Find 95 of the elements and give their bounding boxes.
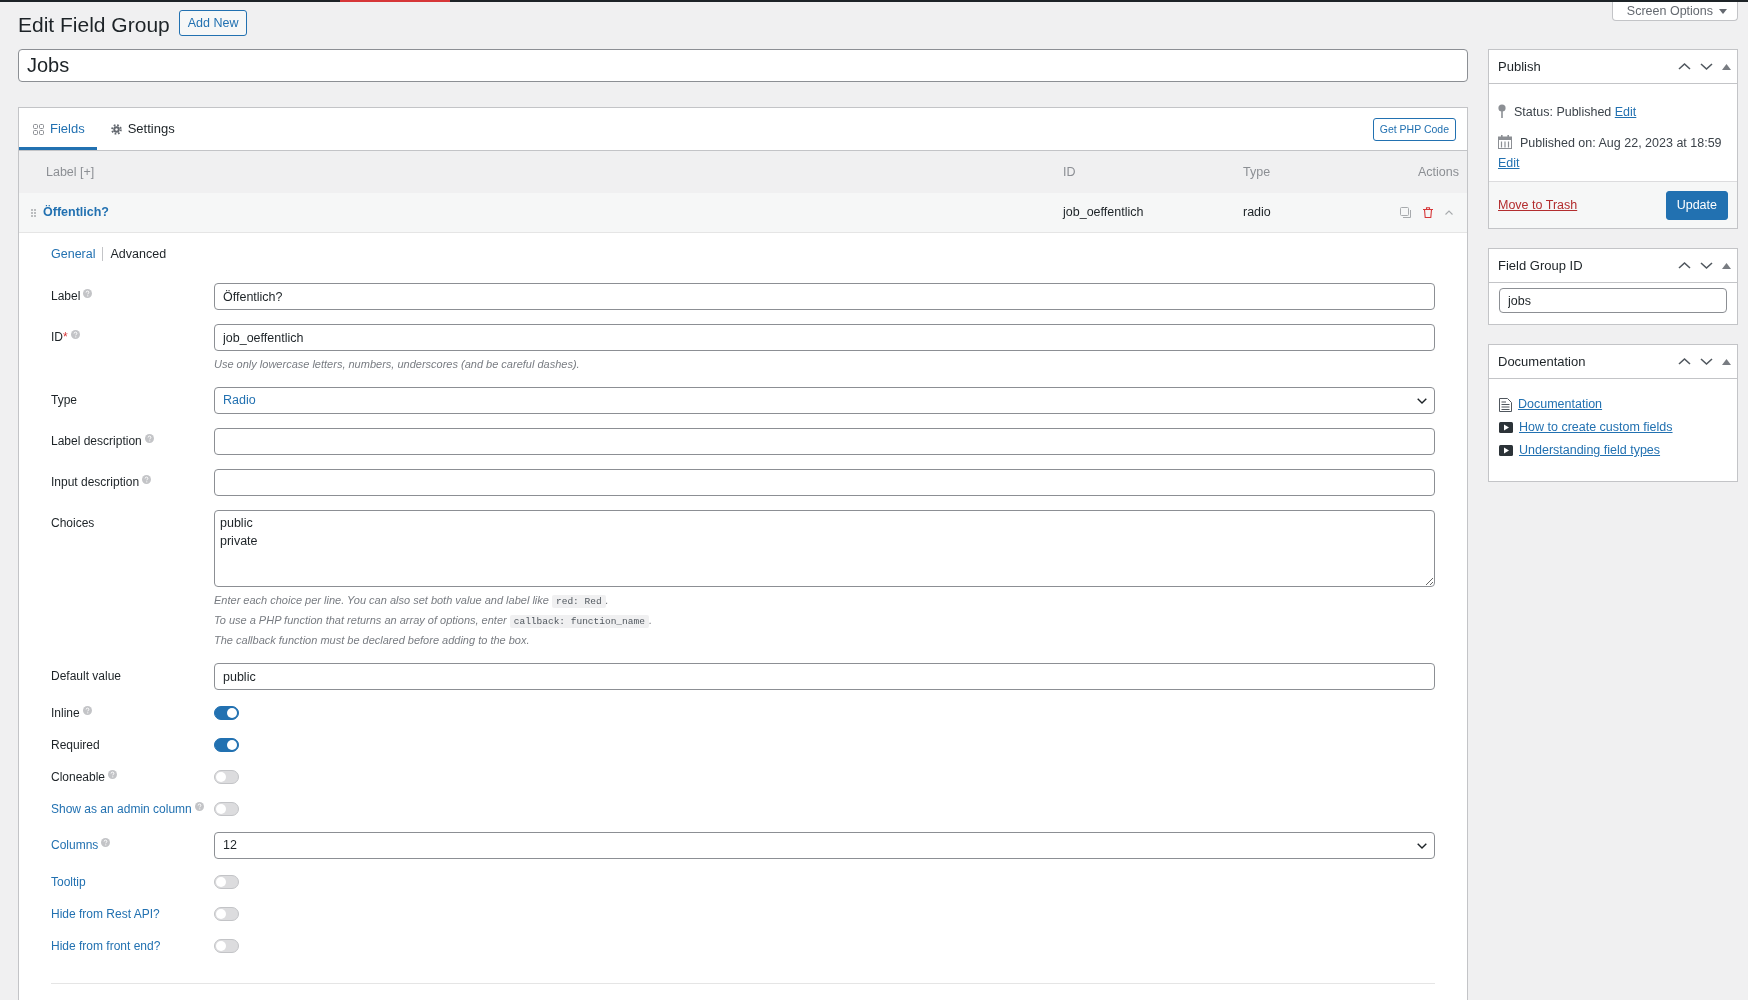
documentation-link[interactable]: Documentation <box>1518 395 1603 414</box>
field-label: Label <box>51 288 81 305</box>
chevron-down-icon <box>1417 397 1427 404</box>
field-label: Inline <box>51 705 80 722</box>
choices-field[interactable]: public private <box>214 510 1435 587</box>
toggle-switch[interactable] <box>214 770 239 784</box>
column-header: Actions <box>1417 163 1460 181</box>
screen-options-button[interactable]: Screen Options <box>1611 2 1738 21</box>
field-label: Type <box>51 392 77 409</box>
chevron-down-icon[interactable] <box>1700 357 1713 366</box>
field-label: Hide from front end? <box>51 938 161 955</box>
play-icon <box>1499 445 1513 456</box>
field-label: Columns <box>51 837 99 854</box>
caret-up-icon[interactable] <box>1445 210 1453 215</box>
help-icon[interactable] <box>108 770 118 779</box>
gear-icon <box>110 123 122 135</box>
help-icon[interactable] <box>70 330 80 339</box>
field-label: Hide from Rest API? <box>51 906 160 923</box>
edit-link[interactable]: Edit <box>1614 105 1637 119</box>
column-header: Label [+] <box>45 163 96 181</box>
help-icon[interactable] <box>82 706 92 715</box>
box-title: Documentation <box>1498 352 1586 371</box>
help-icon[interactable] <box>101 838 111 847</box>
field-group-id-field[interactable]: jobs <box>1499 288 1727 313</box>
box-title: Field Group ID <box>1498 256 1583 275</box>
chevron-up-icon[interactable] <box>1678 261 1691 270</box>
select-field[interactable]: Radio <box>214 387 1435 414</box>
documentation-link[interactable]: How to create custom fields <box>1519 418 1673 437</box>
chevron-up-icon[interactable] <box>1678 62 1691 71</box>
box-title: Publish <box>1498 57 1541 76</box>
add-new-button[interactable]: Add New <box>178 10 248 36</box>
toggle-switch[interactable] <box>214 939 239 953</box>
column-header: ID <box>1063 163 1077 181</box>
required-mark: * <box>63 329 68 346</box>
triangle-up-icon[interactable] <box>1722 262 1731 269</box>
field-label: Show as an admin column <box>51 801 192 818</box>
help-icon[interactable] <box>194 802 204 811</box>
help-icon[interactable] <box>144 434 154 443</box>
move-to-trash-link[interactable]: Move to Trash <box>1498 195 1578 215</box>
field-label: Tooltip <box>51 874 86 891</box>
play-icon <box>1499 422 1513 433</box>
chevron-up-icon[interactable] <box>1678 357 1691 366</box>
tab[interactable]: Settings <box>96 108 187 150</box>
calendar-icon <box>1498 135 1512 149</box>
select-field[interactable]: 12 <box>214 832 1435 859</box>
drag-handle-icon[interactable] <box>31 208 36 217</box>
toggle-switch[interactable] <box>214 875 239 889</box>
edit-link[interactable]: Edit <box>1498 156 1520 170</box>
hint-text: Enter each choice per line. You can also set both value and label like red: Red . <box>214 593 610 610</box>
toggle-switch[interactable] <box>214 706 239 720</box>
subtab-link[interactable]: General <box>51 245 96 263</box>
pin-icon <box>1498 104 1506 118</box>
text-field[interactable]: public <box>214 663 1435 690</box>
documentation-link[interactable]: Understanding field types <box>1519 441 1661 460</box>
field-label: Label description <box>51 433 142 450</box>
get-php-code-button[interactable]: Get PHP Code <box>1372 118 1456 141</box>
caret-down-icon <box>1719 8 1727 14</box>
toggle-switch[interactable] <box>214 802 239 816</box>
field-label: Input description <box>51 474 140 491</box>
field-label: Default value <box>51 668 122 685</box>
triangle-up-icon[interactable] <box>1722 358 1731 365</box>
toggle-switch[interactable] <box>214 907 239 921</box>
field-label: ID <box>51 329 63 346</box>
grid-icon <box>33 123 44 135</box>
text-field[interactable]: Öffentlich? <box>214 283 1435 310</box>
trash-icon[interactable] <box>1423 207 1433 218</box>
field-name-link[interactable]: Öffentlich? <box>43 203 109 222</box>
title-field[interactable]: Jobs <box>18 49 1468 82</box>
text-field[interactable] <box>214 428 1435 455</box>
status-text: Status: Published <box>1514 105 1612 119</box>
hint-text: The callback function must be declared before adding to the box. <box>214 633 531 648</box>
chevron-down-icon[interactable] <box>1700 62 1713 71</box>
help-icon[interactable] <box>83 289 93 298</box>
update-button[interactable]: Update <box>1665 190 1728 220</box>
chevron-down-icon[interactable] <box>1700 261 1713 270</box>
field-row[interactable]: Öffentlich? job_oeffentlich radio <box>19 193 1467 233</box>
chevron-down-icon <box>1417 842 1427 849</box>
copy-icon[interactable] <box>1400 207 1411 218</box>
published-date-text: Published on: Aug 22, 2023 at 18:59 <box>1520 136 1722 150</box>
field-id-text: job_oeffentlich <box>1063 204 1145 222</box>
page-title: Edit Field Group <box>18 12 170 38</box>
toggle-switch[interactable] <box>214 738 239 752</box>
hint-text: Use only lowercase letters, numbers, underscores (and be careful dashes). <box>214 357 581 372</box>
document-icon <box>1499 397 1512 412</box>
field-label: Cloneable <box>51 769 106 786</box>
hint-text: To use a PHP function that returns an array of options, enter callback: function_name . <box>214 613 653 630</box>
help-icon[interactable] <box>142 475 152 484</box>
field-label: Choices <box>51 515 95 532</box>
column-header: Type <box>1243 163 1272 181</box>
field-label: Required <box>51 737 100 754</box>
text-field[interactable]: job_oeffentlich <box>214 324 1435 351</box>
subtab-link[interactable]: Advanced <box>110 245 167 263</box>
field-type-text: radio <box>1243 204 1272 222</box>
text-field[interactable] <box>214 469 1435 496</box>
triangle-up-icon[interactable] <box>1722 63 1731 70</box>
